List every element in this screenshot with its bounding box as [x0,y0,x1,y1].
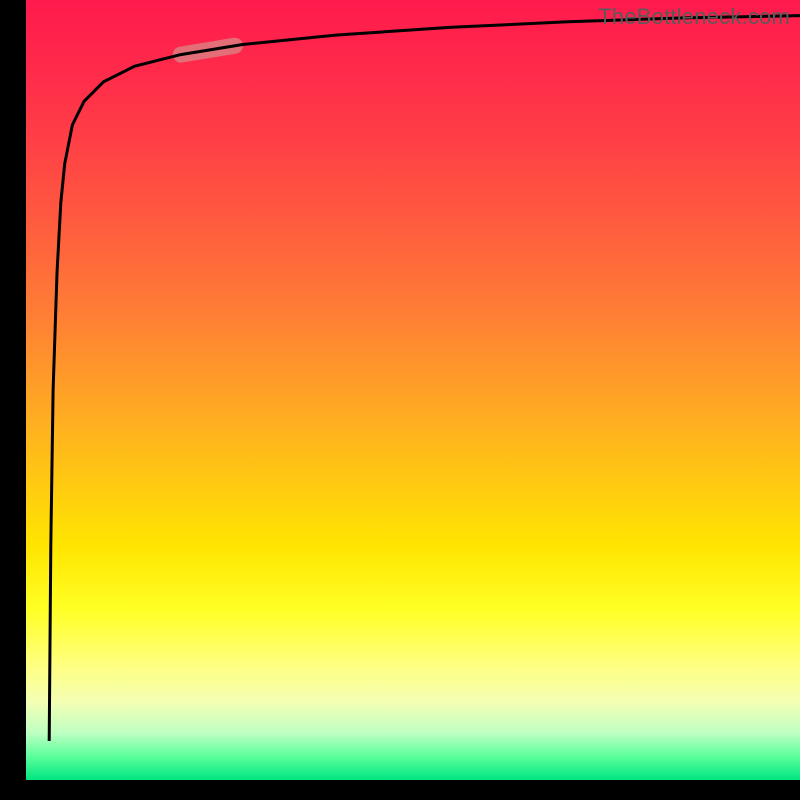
x-axis-strip [0,780,800,800]
watermark-text: TheBottleneck.com [598,4,790,30]
y-axis-strip [0,0,26,780]
curve-layer [26,0,800,780]
chart-container: TheBottleneck.com [0,0,800,800]
bottleneck-curve [49,16,800,741]
